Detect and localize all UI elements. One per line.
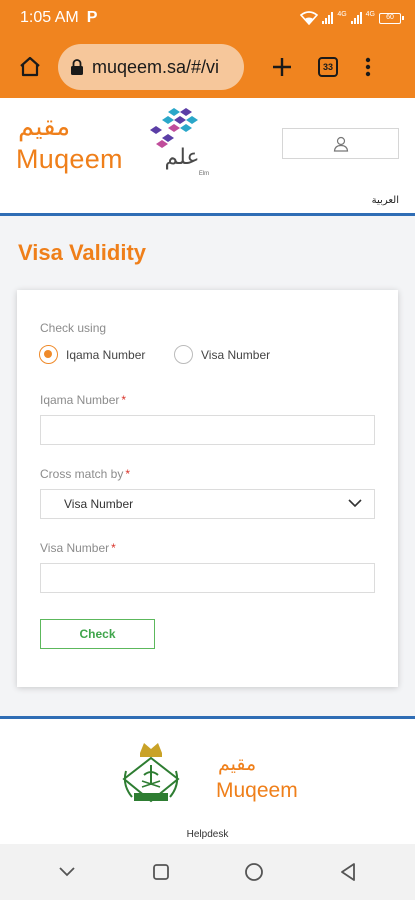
- nav-collapse-button[interactable]: [47, 852, 87, 892]
- radio-label: Iqama Number: [66, 347, 146, 362]
- cross-match-label-text: Cross match by: [40, 467, 124, 481]
- recents-button[interactable]: [141, 852, 181, 892]
- back-button[interactable]: [328, 852, 368, 892]
- more-vert-icon: [365, 57, 371, 77]
- tabs-button[interactable]: 33: [310, 49, 346, 85]
- back-triangle-icon: [341, 863, 356, 881]
- radio-unselected-icon: [174, 345, 193, 364]
- plus-icon: [273, 58, 291, 76]
- site-footer: مقيم Muqeem Helpdesk: [0, 716, 415, 844]
- iqama-number-input[interactable]: [40, 415, 375, 445]
- page-title: Visa Validity: [18, 240, 147, 265]
- home-icon: [20, 56, 40, 77]
- required-mark: *: [121, 393, 127, 407]
- carrier-icon: P: [86, 9, 98, 26]
- radio-label: Visa Number: [201, 347, 271, 362]
- required-mark: *: [125, 467, 131, 481]
- status-time: 1:05 AM: [20, 9, 79, 26]
- status-bar: 1:05 AM P 4G 4G 60: [0, 0, 415, 36]
- site-header: مقيم Muqeem علم Elm العربية: [0, 98, 415, 216]
- visa-validity-form: Check using Iqama Number Visa Number Iqa…: [17, 290, 398, 687]
- check-using-label: Check using: [40, 321, 107, 335]
- visa-number-label-text: Visa Number: [40, 541, 110, 555]
- chevron-down-icon: [59, 867, 75, 877]
- user-login-button[interactable]: [282, 128, 399, 159]
- menu-button[interactable]: [350, 49, 386, 85]
- jawazat-emblem: [122, 743, 180, 803]
- radio-visa-number[interactable]: Visa Number: [174, 345, 270, 364]
- muqeem-logo[interactable]: Muqeem: [16, 144, 123, 175]
- elm-english: Elm: [199, 171, 209, 177]
- network-label: 4G: [337, 11, 347, 18]
- battery-icon: 60: [379, 12, 404, 24]
- footer-muqeem-logo-arabic: مقيم: [218, 753, 257, 775]
- elm-logo: علم Elm: [150, 108, 209, 177]
- wifi-icon: [300, 11, 319, 25]
- tabs-icon: 33: [318, 57, 338, 77]
- cross-match-selected-value: Visa Number: [64, 497, 134, 511]
- system-nav-bar: [0, 844, 415, 900]
- helpdesk-link[interactable]: Helpdesk: [0, 829, 415, 840]
- signal-icon: [322, 12, 334, 24]
- chevron-down-icon: [348, 499, 362, 508]
- address-bar[interactable]: muqeem.sa/#/vi: [58, 44, 244, 90]
- visa-number-label: Visa Number *: [40, 541, 116, 555]
- footer-muqeem-logo: Muqeem: [216, 779, 298, 802]
- required-mark: *: [111, 541, 116, 555]
- home-button[interactable]: [12, 49, 48, 85]
- browser-toolbar: muqeem.sa/#/vi 33: [0, 36, 415, 98]
- lock-icon: [71, 58, 83, 75]
- iqama-number-label-text: Iqama Number: [40, 393, 120, 407]
- iqama-number-label: Iqama Number *: [40, 393, 126, 407]
- language-switch-link[interactable]: العربية: [372, 195, 399, 206]
- check-button[interactable]: Check: [40, 619, 155, 649]
- home-nav-button[interactable]: [234, 852, 274, 892]
- signal-icon: [350, 12, 362, 24]
- circle-icon: [245, 863, 264, 881]
- new-tab-button[interactable]: [264, 49, 300, 85]
- square-icon: [152, 864, 169, 880]
- radio-selected-icon: [39, 345, 58, 364]
- url-text: muqeem.sa/#/vi: [92, 56, 220, 77]
- muqeem-logo-arabic[interactable]: مقيم: [18, 112, 70, 142]
- radio-iqama-number[interactable]: Iqama Number: [39, 345, 145, 364]
- visa-number-input[interactable]: [40, 563, 375, 593]
- network-label: 4G: [365, 11, 375, 18]
- cross-match-select[interactable]: Visa Number: [40, 489, 375, 519]
- cross-match-label: Cross match by *: [40, 467, 130, 481]
- user-icon: [333, 136, 348, 152]
- elm-arabic: علم: [164, 145, 199, 170]
